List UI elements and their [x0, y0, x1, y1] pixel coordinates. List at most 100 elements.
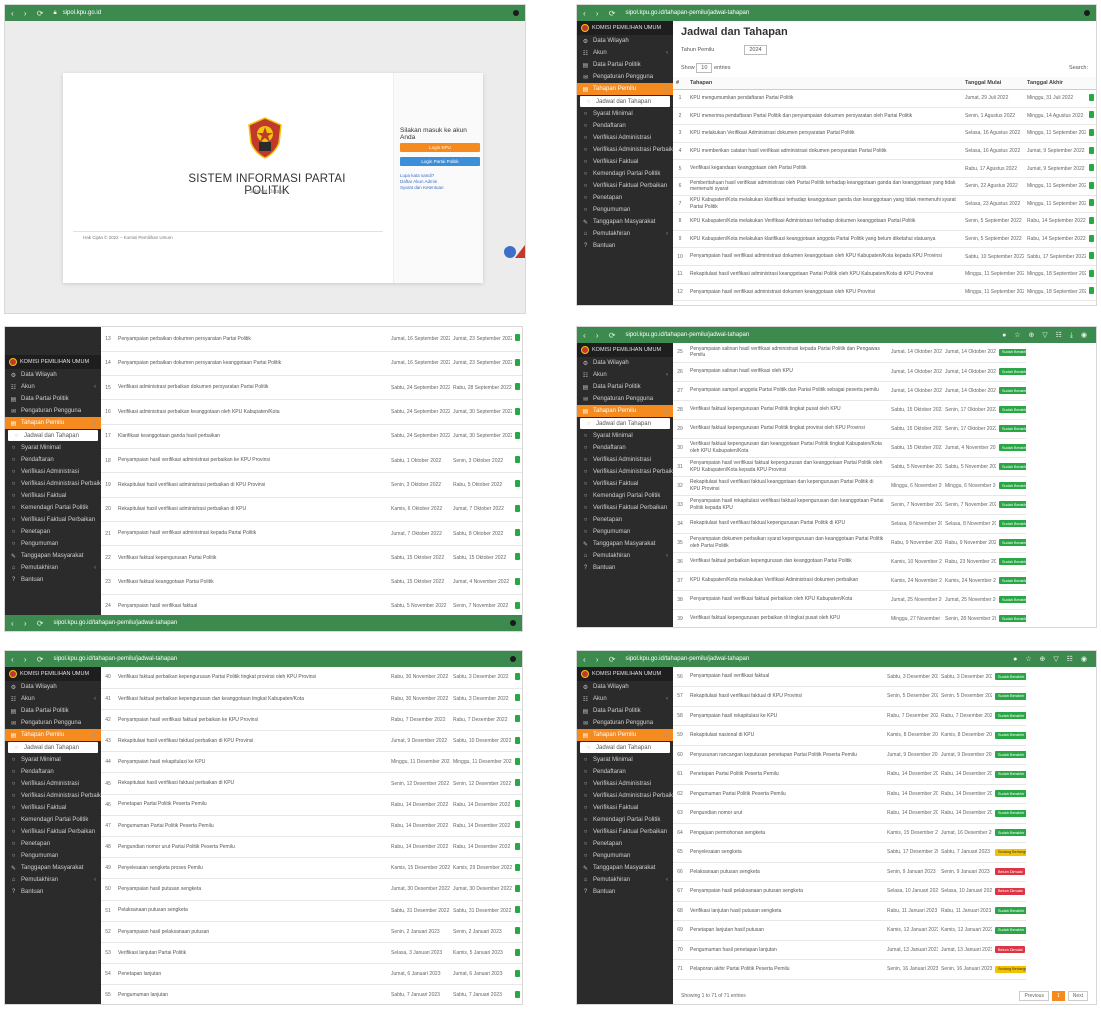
sidebar-item-pengaturan-pengguna[interactable]: ✉ Pengaturan Pengguna [5, 405, 101, 417]
table-row[interactable]: 36 Verifikasi faktual perbaikan kepenguru… [673, 552, 1026, 572]
sidebar-item-kemendagri-partai-politik[interactable]: ○ Kemendagri Partai Politik [577, 168, 673, 180]
address-bar[interactable]: sipol.kpu.go.id [63, 10, 101, 16]
table-row[interactable]: 31 Penyampaian hasil verifikasi faktual k… [673, 457, 1026, 477]
sidebar-item-verifikasi-faktual[interactable]: ○ Verifikasi Faktual [577, 802, 673, 814]
address-bar[interactable]: sipol.kpu.go.id/tahapan-pemilu/jadwal-ta… [625, 10, 749, 16]
sidebar-item-verifikasi-faktual[interactable]: ○ Verifikasi Faktual [577, 478, 673, 490]
sidebar-item-pendaftaran[interactable]: ○ Pendaftaran [5, 766, 101, 778]
col-header-no[interactable]: # [673, 77, 687, 90]
table-row[interactable]: 41 Verifikasi faktual perbaikan kepenguru… [101, 688, 522, 710]
sidebar-item-verifikasi-administrasi[interactable]: ○ Verifikasi Administrasi [5, 778, 101, 790]
sidebar-item-data-wilayah[interactable]: ⚙ Data Wilayah [5, 369, 101, 381]
table-row[interactable]: 15 Verifikasi administrasi perbaikan doku… [101, 375, 522, 401]
sidebar-item-data-partai-politik[interactable]: ▤ Data Partai Politik [577, 381, 673, 393]
sidebar-item-jadwal-dan-tahapan[interactable]: ○ Jadwal dan Tahapan [580, 418, 670, 429]
browser-nav-icons[interactable]: ‹ › ⟳ [11, 655, 47, 664]
table-row[interactable]: 64 Pengajuan permohonan sengketa Kamis, 15… [673, 823, 1026, 843]
sidebar-item-bantuan[interactable]: ? Bantuan [577, 562, 673, 574]
table-row[interactable]: 38 Penyampaian hasil verifikasi faktual p… [673, 590, 1026, 610]
sidebar-item-kemendagri-partai-politik[interactable]: ○ Kemendagri Partai Politik [5, 502, 101, 514]
next-page-button[interactable]: Next [1067, 991, 1088, 1001]
sidebar-item-pemutakhiran[interactable]: ⌂ Pemutakhiran ‹ [5, 562, 101, 574]
table-row[interactable]: 9 KPU Kabupaten/Kota melakukan klarifikas… [673, 230, 1096, 249]
table-row[interactable]: 27 Penyampaian sampel anggota Partai Poli… [673, 381, 1026, 401]
sidebar-item-tahapan-pemilu[interactable]: ▤ Tahapan Pemilu ▾ [577, 729, 673, 741]
sidebar-item-verifikasi-faktual[interactable]: ○ Verifikasi Faktual [5, 802, 101, 814]
address-bar[interactable]: sipol.kpu.go.id/tahapan-pemilu/jadwal-ta… [625, 656, 749, 662]
sidebar-item-verifikasi-faktual-perbaikan[interactable]: ○ Verifikasi Faktual Perbaikan [5, 514, 101, 526]
table-row[interactable]: 45 Rekapitulasi hasil verifikasi faktual … [101, 772, 522, 795]
sidebar-item-verifikasi-administrasi-perbaikan[interactable]: ○ Verifikasi Administrasi Perbaikan [5, 790, 101, 802]
sidebar-item-tanggapan-masyarakat[interactable]: ✎ Tanggapan Masyarakat [577, 216, 673, 228]
sidebar-item-verifikasi-faktual[interactable]: ○ Verifikasi Faktual [5, 490, 101, 502]
sidebar-item-verifikasi-administrasi-perbaikan[interactable]: ○ Verifikasi Administrasi Perbaikan [577, 466, 673, 478]
col-header-status-edge[interactable] [1086, 77, 1096, 90]
table-row[interactable]: 54 Penetapan lanjutan Jumat, 6 Januari 202… [101, 963, 522, 986]
table-row[interactable]: 71 Pelaporan akhir Partai Politik Peserta… [673, 959, 1026, 980]
table-row[interactable]: 42 Penyampaian hasil verifikasi faktual p… [101, 709, 522, 732]
sidebar-item-data-wilayah[interactable]: ⚙ Data Wilayah [577, 35, 673, 47]
sidebar-item-kemendagri-partai-politik[interactable]: ○ Kemendagri Partai Politik [577, 814, 673, 826]
sidebar-item-verifikasi-administrasi[interactable]: ○ Verifikasi Administrasi [577, 132, 673, 144]
table-row[interactable]: 28 Verifikasi faktual kepengurusan Partai… [673, 400, 1026, 420]
table-row[interactable]: 30 Verifikasi faktual kepengurusan dan ke… [673, 438, 1026, 458]
table-row[interactable]: 70 Pengumuman hasil penetapan lanjutan Jum… [673, 940, 1026, 960]
table-row[interactable]: 46 Penetapan Partai Politik Peserta Pemil… [101, 794, 522, 816]
table-row[interactable]: 13 Penyampaian perbaikan dokumen persyara… [101, 327, 522, 352]
table-row[interactable]: 23 Verifikasi faktual keanggotaan Partai … [101, 569, 522, 595]
sidebar-item-pengaturan-pengguna[interactable]: ✉ Pengaturan Pengguna [577, 393, 673, 405]
sidebar-item-bantuan[interactable]: ? Bantuan [5, 886, 101, 898]
table-row[interactable]: 59 Rekapitulasi nasional di KPU Kamis, 8 D… [673, 725, 1026, 746]
sidebar-item-pengaturan-pengguna[interactable]: ✉ Pengaturan Pengguna [577, 71, 673, 83]
sidebar-item-penetapan[interactable]: ○ Penetapan [577, 514, 673, 526]
table-row[interactable]: 18 Penyampaian hasil verifikasi administr… [101, 448, 522, 474]
sidebar-item-akun[interactable]: ☷ Akun ‹ [577, 693, 673, 705]
sidebar-item-kemendagri-partai-politik[interactable]: ○ Kemendagri Partai Politik [577, 490, 673, 502]
profile-icon[interactable] [510, 620, 516, 626]
profile-icon[interactable] [510, 656, 516, 662]
browser-nav-icons[interactable]: ‹ › ⟳ [11, 9, 47, 18]
table-row[interactable]: 7 KPU Kabupaten/Kota melakukan klarifikas… [673, 195, 1096, 214]
sidebar-item-pengaturan-pengguna[interactable]: ✉ Pengaturan Pengguna [577, 717, 673, 729]
prev-page-button[interactable]: Previous [1019, 991, 1049, 1001]
table-row[interactable]: 17 Klarifikasi keanggotaan ganda hasil pe… [101, 424, 522, 449]
table-row[interactable]: 34 Rekapitulasi hasil verifikasi faktual … [673, 514, 1026, 534]
sidebar-item-verifikasi-faktual-perbaikan[interactable]: ○ Verifikasi Faktual Perbaikan [577, 180, 673, 192]
sidebar-item-bantuan[interactable]: ? Bantuan [577, 240, 673, 252]
sidebar-item-syarat-minimal[interactable]: ○ Syarat Minimal [5, 754, 101, 766]
sidebar-item-data-wilayah[interactable]: ⚙ Data Wilayah [577, 681, 673, 693]
table-row[interactable]: 20 Rekapitulasi hasil verifikasi administ… [101, 497, 522, 522]
table-row[interactable]: 25 Penyampaian salinan hasil verifikasi a… [673, 343, 1026, 363]
browser-nav-icons[interactable]: ‹ › ⟳ [583, 655, 619, 664]
table-row[interactable]: 10 Penyampaian hasil verifikasi administr… [673, 247, 1096, 266]
table-row[interactable]: 60 Penyusunan rancangan keputusan penetap… [673, 745, 1026, 765]
sidebar-item-pemutakhiran[interactable]: ⌂ Pemutakhiran ‹ [577, 228, 673, 240]
sidebar-item-pendaftaran[interactable]: ○ Pendaftaran [577, 766, 673, 778]
table-row[interactable]: 2 KPU menerima pendaftaran Partai Politik… [673, 107, 1096, 126]
address-bar[interactable]: sipol.kpu.go.id/tahapan-pemilu/jadwal-ta… [53, 620, 177, 626]
sidebar-item-pendaftaran[interactable]: ○ Pendaftaran [5, 454, 101, 466]
sidebar-item-tanggapan-masyarakat[interactable]: ✎ Tanggapan Masyarakat [577, 538, 673, 550]
table-row[interactable]: 11 Rekapitulasi hasil verifikasi administ… [673, 265, 1096, 284]
sidebar-item-pengumuman[interactable]: ○ Pengumuman [577, 526, 673, 538]
table-row[interactable]: 37 KPU Kabupaten/Kota melakukan Verifikas… [673, 571, 1026, 591]
sidebar-brand[interactable]: KOMISI PEMILIHAN UMUM [5, 667, 101, 681]
table-row[interactable]: 48 Pengundian nomor urut Partai Politik P… [101, 836, 522, 859]
table-row[interactable]: 44 Penyampaian hasil rekapitulasi ke KPU M… [101, 751, 522, 774]
sidebar-item-data-partai-politik[interactable]: ▤ Data Partai Politik [577, 59, 673, 71]
sidebar-item-verifikasi-administrasi[interactable]: ○ Verifikasi Administrasi [5, 466, 101, 478]
sidebar-item-pemutakhiran[interactable]: ⌂ Pemutakhiran ‹ [577, 874, 673, 886]
sidebar-brand[interactable]: KOMISI PEMILIHAN UMUM [5, 355, 101, 369]
sidebar-item-kemendagri-partai-politik[interactable]: ○ Kemendagri Partai Politik [5, 814, 101, 826]
sidebar-item-jadwal-dan-tahapan[interactable]: ○ Jadwal dan Tahapan [580, 742, 670, 753]
table-row[interactable]: 57 Rekapitulasi hasil verifikasi faktual … [673, 686, 1026, 707]
table-row[interactable]: 3 KPU melakukan Verifikasi Administrasi d… [673, 124, 1096, 143]
sidebar-item-penetapan[interactable]: ○ Penetapan [5, 526, 101, 538]
sidebar-item-verifikasi-administrasi-perbaikan[interactable]: ○ Verifikasi Administrasi Perbaikan [577, 790, 673, 802]
entries-select[interactable]: 10 [696, 63, 713, 73]
browser-nav-icons[interactable]: ‹ › ⟳ [583, 331, 619, 340]
table-row[interactable]: 62 Pengumuman Partai Politik Peserta Pemi… [673, 784, 1026, 804]
table-row[interactable]: 58 Penyampaian hasil rekapitulasi ke KPU R… [673, 706, 1026, 726]
table-row[interactable]: 29 Verifikasi faktual kepengurusan Partai… [673, 419, 1026, 439]
table-row[interactable]: 33 Penyampaian hasil rekapitulasi verifik… [673, 495, 1026, 515]
